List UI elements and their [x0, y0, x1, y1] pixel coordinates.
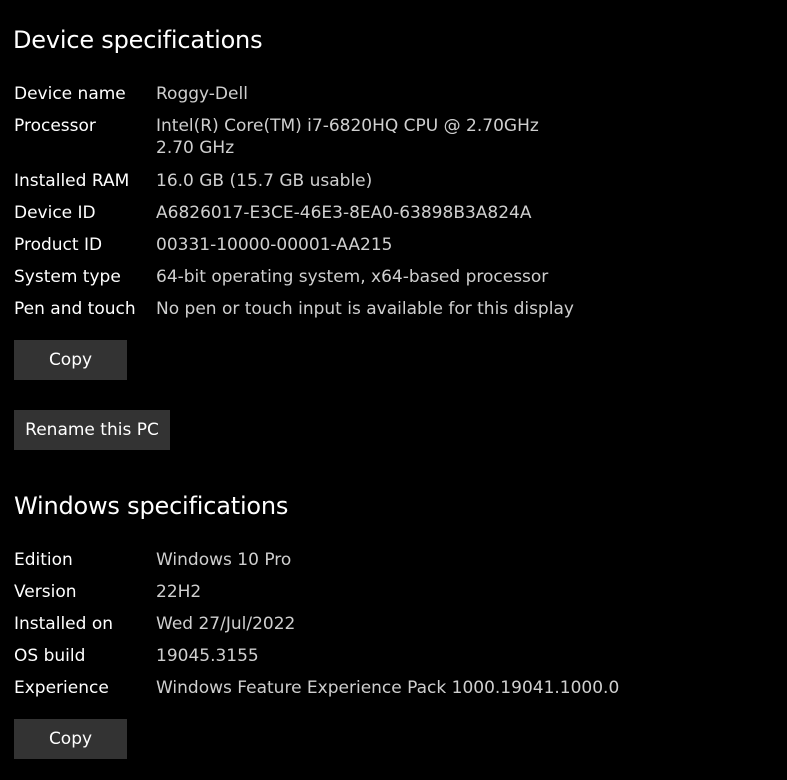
- spec-value: Intel(R) Core(TM) i7-6820HQ CPU @ 2.70GH…: [156, 116, 539, 158]
- spec-label: Version: [14, 582, 77, 602]
- spec-value: Wed 27/Jul/2022: [156, 614, 296, 634]
- spec-label: Device ID: [14, 203, 96, 223]
- spec-value: 64-bit operating system, x64-based proce…: [156, 267, 549, 287]
- spec-label: Pen and touch: [14, 299, 136, 319]
- spec-value: Windows Feature Experience Pack 1000.190…: [156, 678, 620, 698]
- spec-value: 16.0 GB (15.7 GB usable): [156, 171, 373, 191]
- spec-label: System type: [14, 267, 121, 287]
- spec-value: 00331-10000-00001-AA215: [156, 235, 393, 255]
- rename-this-pc-button[interactable]: Rename this PC: [14, 410, 170, 450]
- device-specifications-heading: Device specifications: [13, 26, 263, 54]
- spec-value: 22H2: [156, 582, 202, 602]
- spec-value: Windows 10 Pro: [156, 550, 292, 570]
- spec-label: Processor: [14, 116, 96, 136]
- spec-label: Product ID: [14, 235, 103, 255]
- spec-value: 19045.3155: [156, 646, 259, 666]
- spec-value: Roggy-Dell: [156, 84, 248, 104]
- spec-label: Installed on: [14, 614, 114, 634]
- spec-label: Edition: [14, 550, 73, 570]
- copy-device-specs-button[interactable]: Copy: [14, 340, 127, 380]
- spec-label: Experience: [14, 678, 109, 698]
- spec-label: Device name: [14, 84, 126, 104]
- spec-value: No pen or touch input is available for t…: [156, 299, 574, 319]
- spec-value: A6826017-E3CE-46E3-8EA0-63898B3A824A: [156, 203, 532, 223]
- copy-windows-specs-button[interactable]: Copy: [14, 719, 127, 759]
- windows-specifications-heading: Windows specifications: [14, 492, 289, 520]
- spec-label: Installed RAM: [14, 171, 130, 191]
- spec-label: OS build: [14, 646, 86, 666]
